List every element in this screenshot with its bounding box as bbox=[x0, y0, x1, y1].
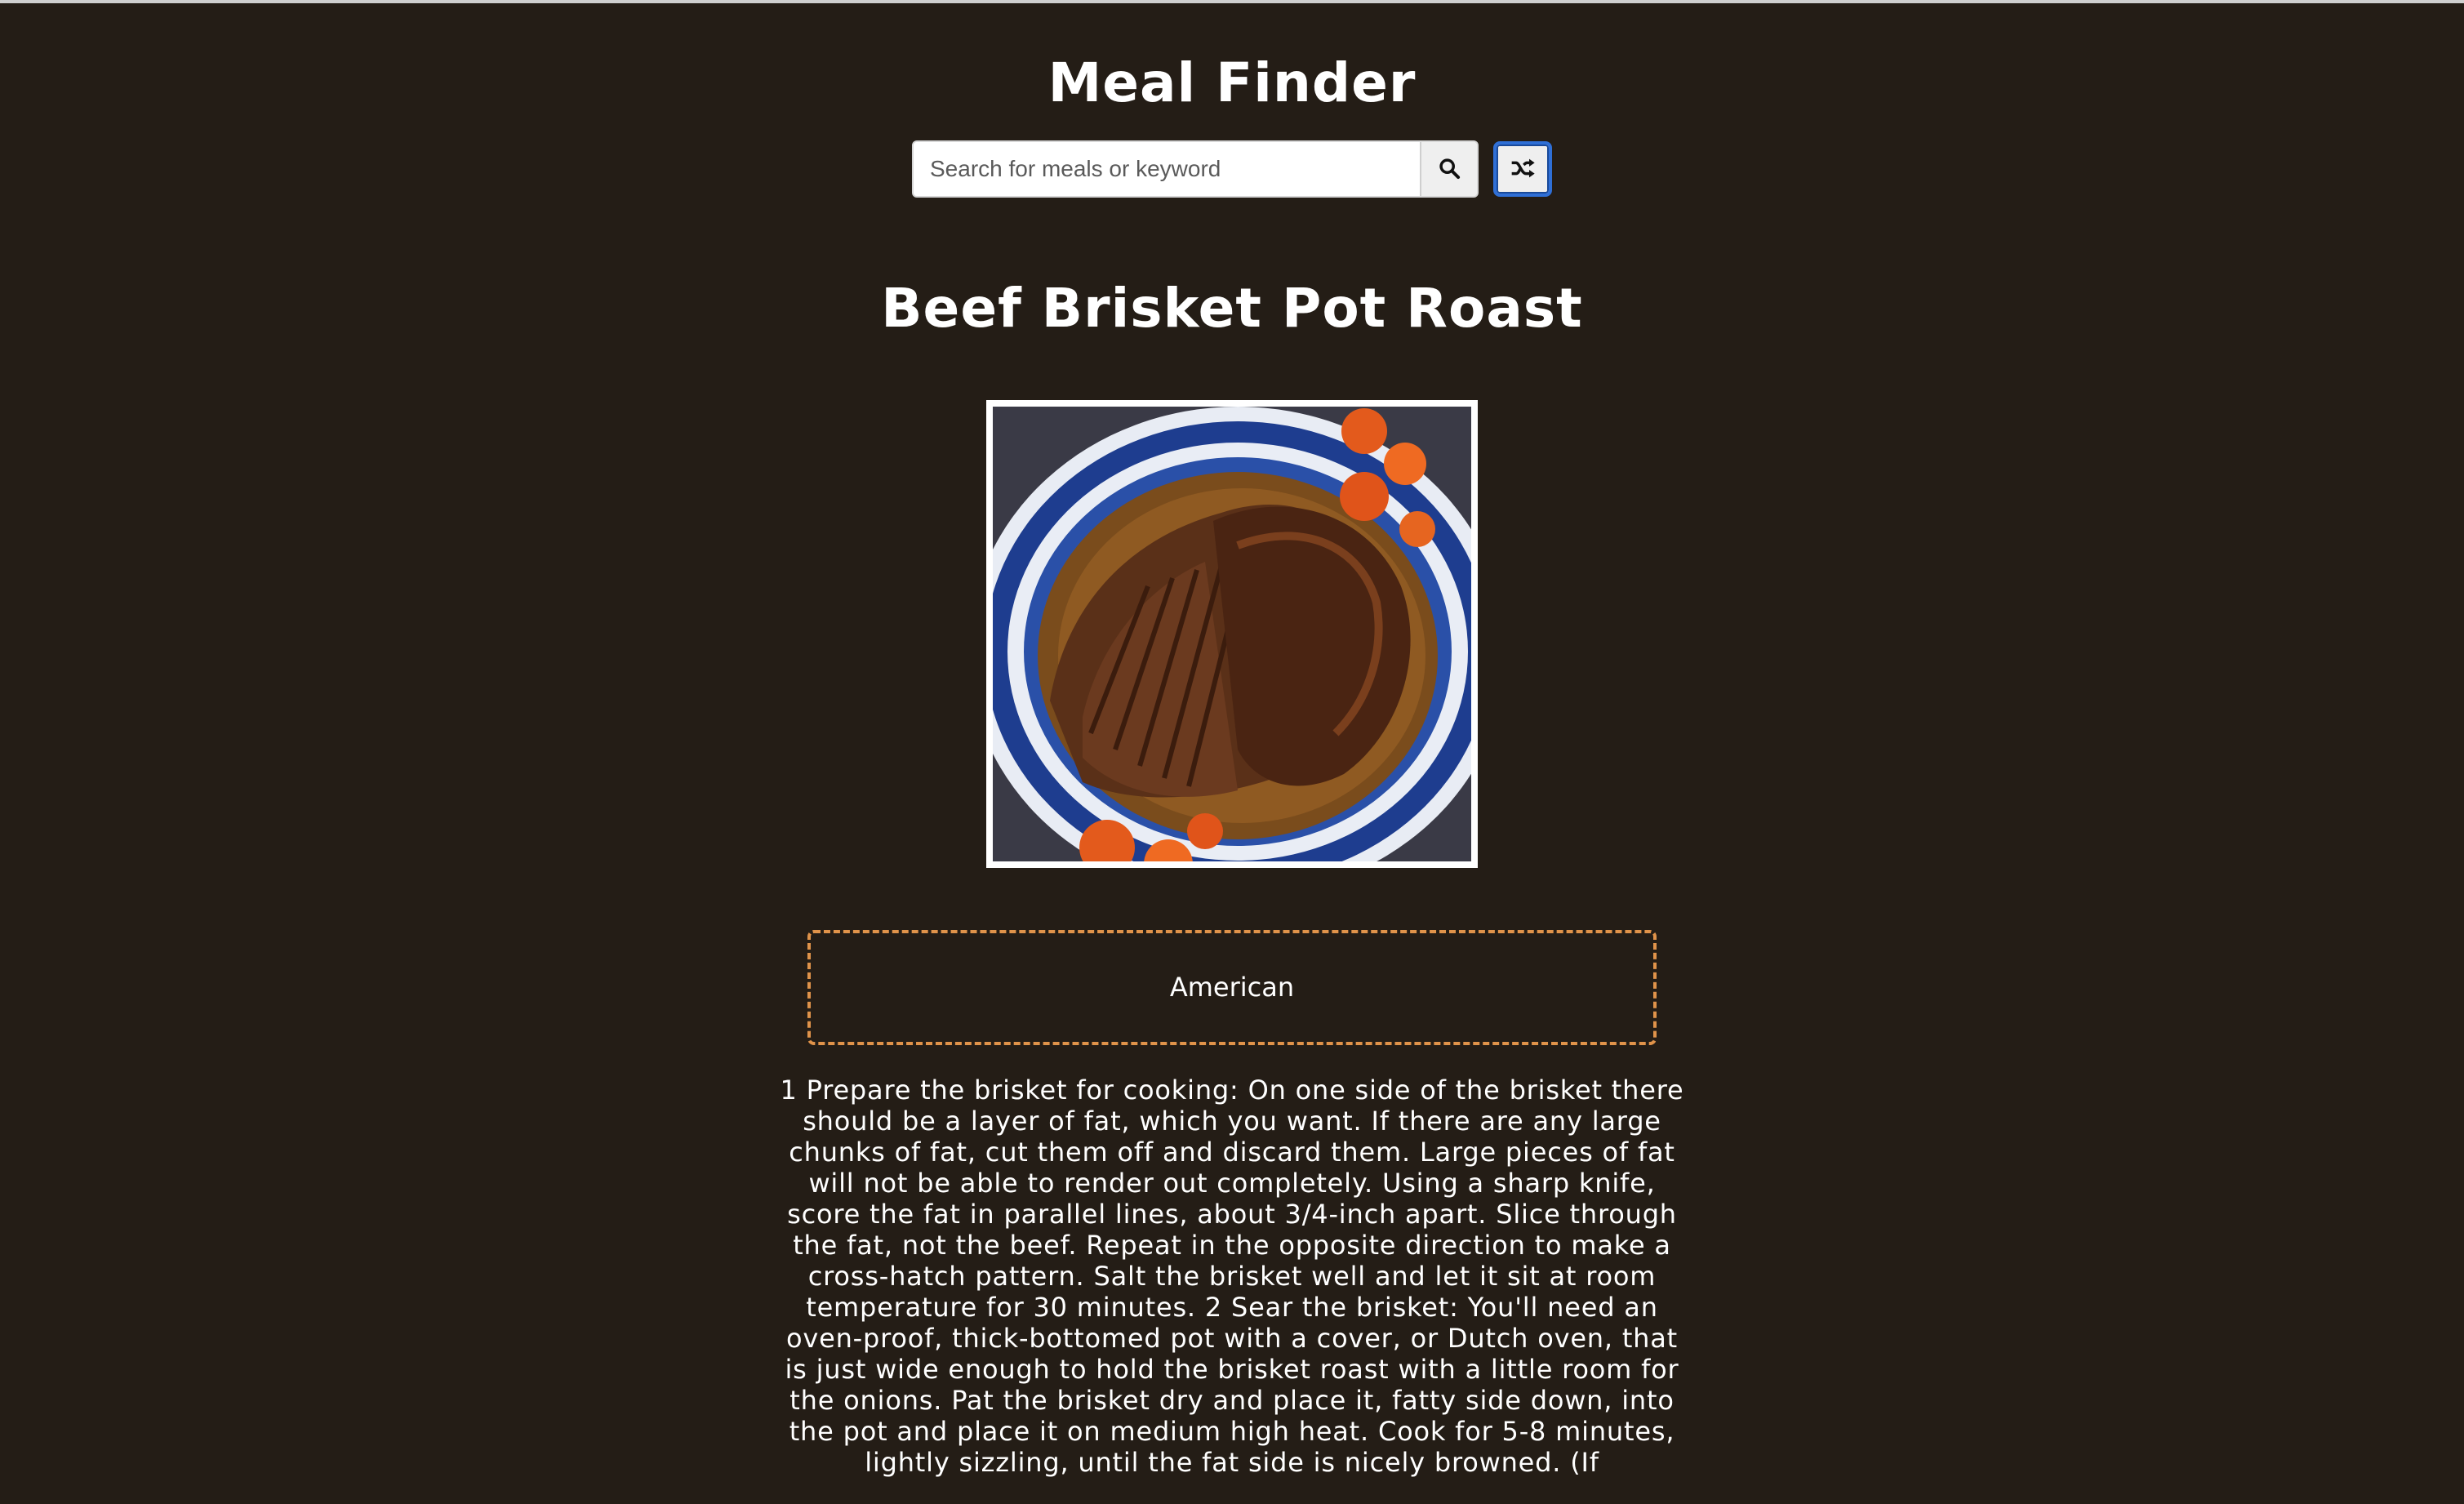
app-title: Meal Finder bbox=[1047, 51, 1417, 114]
search-icon bbox=[1438, 157, 1461, 182]
shuffle-icon bbox=[1510, 157, 1536, 182]
search-form bbox=[912, 140, 1552, 198]
meal-image bbox=[986, 400, 1478, 868]
meal-title: Beef Brisket Pot Roast bbox=[881, 277, 1583, 340]
instructions-text: 1 Prepare the brisket for cooking: On on… bbox=[780, 1075, 1684, 1478]
category-label: American bbox=[1169, 972, 1295, 1003]
search-box bbox=[912, 140, 1479, 198]
search-button[interactable] bbox=[1420, 142, 1477, 196]
page: Meal Finder Search for meals or keyword … bbox=[0, 0, 2464, 1504]
meal-photo bbox=[993, 407, 1471, 861]
search-input[interactable] bbox=[914, 142, 1420, 196]
random-meal-button[interactable] bbox=[1493, 141, 1552, 197]
category-badge: American bbox=[807, 929, 1657, 1045]
